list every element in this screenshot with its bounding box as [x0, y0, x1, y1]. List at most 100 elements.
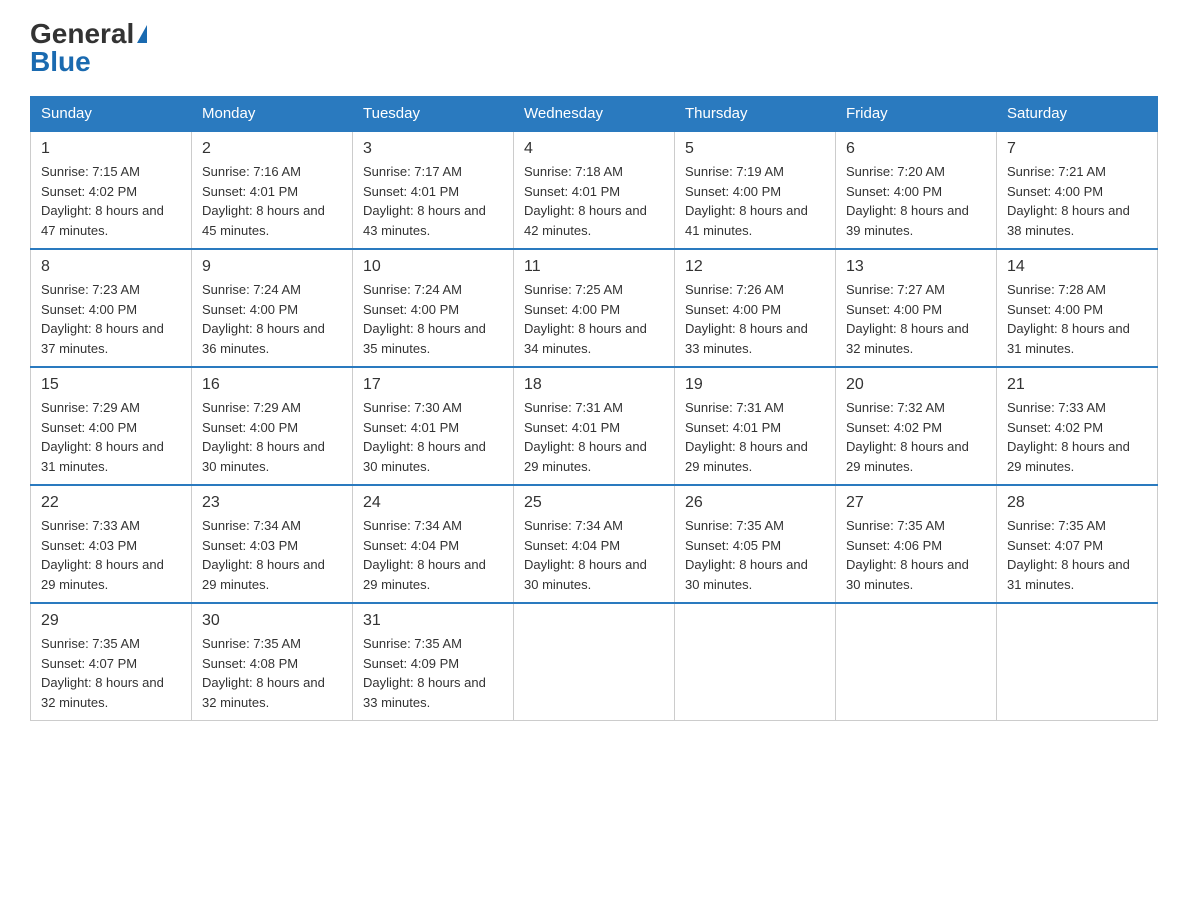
page-header: General Blue: [30, 20, 1158, 76]
day-number: 23: [202, 494, 342, 512]
day-number: 31: [363, 612, 503, 630]
day-info: Sunrise: 7:31 AMSunset: 4:01 PMDaylight:…: [524, 398, 664, 476]
day-number: 16: [202, 376, 342, 394]
week-row-5: 29 Sunrise: 7:35 AMSunset: 4:07 PMDayligh…: [31, 603, 1158, 721]
day-info: Sunrise: 7:17 AMSunset: 4:01 PMDaylight:…: [363, 162, 503, 240]
day-cell: 9Sunrise: 7:24 AMSunset: 4:00 PMDaylight…: [192, 249, 353, 367]
week-row-4: 22 Sunrise: 7:33 AMSunset: 4:03 PMDayligh…: [31, 485, 1158, 603]
day-cell: 8Sunrise: 7:23 AMSunset: 4:00 PMDaylight…: [31, 249, 192, 367]
day-info: Sunrise: 7:27 AMSunset: 4:00 PMDaylight:…: [846, 280, 986, 358]
day-info: Sunrise: 7:32 AMSunset: 4:02 PMDaylight:…: [846, 398, 986, 476]
header-saturday: Saturday: [997, 97, 1158, 132]
day-number: 9: [202, 258, 342, 276]
day-number: 26: [685, 494, 825, 512]
day-info: Sunrise: 7:35 AMSunset: 4:09 PMDaylight:…: [363, 634, 503, 712]
day-info: Sunrise: 7:33 AMSunset: 4:02 PMDaylight:…: [1007, 398, 1147, 476]
day-info: Sunrise: 7:19 AMSunset: 4:00 PMDaylight:…: [685, 162, 825, 240]
day-number: 17: [363, 376, 503, 394]
day-info: Sunrise: 7:15 AMSunset: 4:02 PMDaylight:…: [41, 162, 181, 240]
day-cell: 14 Sunrise: 7:28 AMSunset: 4:00 PMDayligh…: [997, 249, 1158, 367]
day-info: Sunrise: 7:35 AMSunset: 4:07 PMDaylight:…: [1007, 516, 1147, 594]
day-number: 19: [685, 376, 825, 394]
day-info: Sunrise: 7:28 AMSunset: 4:00 PMDaylight:…: [1007, 280, 1147, 358]
day-info: Sunrise: 7:34 AMSunset: 4:04 PMDaylight:…: [524, 516, 664, 594]
day-cell: 11 Sunrise: 7:25 AMSunset: 4:00 PMDayligh…: [514, 249, 675, 367]
header-wednesday: Wednesday: [514, 97, 675, 132]
week-row-1: 1 Sunrise: 7:15 AMSunset: 4:02 PMDaylight…: [31, 131, 1158, 249]
day-number: 1: [41, 140, 181, 158]
day-number: 20: [846, 376, 986, 394]
day-cell: [997, 603, 1158, 721]
day-number: 13: [846, 258, 986, 276]
day-info: Sunrise: 7:23 AMSunset: 4:00 PMDaylight:…: [41, 280, 181, 358]
day-number: 4: [524, 140, 664, 158]
week-row-3: 15 Sunrise: 7:29 AMSunset: 4:00 PMDayligh…: [31, 367, 1158, 485]
day-info: Sunrise: 7:29 AMSunset: 4:00 PMDaylight:…: [41, 398, 181, 476]
day-number: 7: [1007, 140, 1147, 158]
day-number: 28: [1007, 494, 1147, 512]
day-info: Sunrise: 7:24 AMSunset: 4:00 PMDaylight:…: [363, 280, 503, 358]
day-info: Sunrise: 7:25 AMSunset: 4:00 PMDaylight:…: [524, 280, 664, 358]
day-number: 22: [41, 494, 181, 512]
day-info: Sunrise: 7:31 AMSunset: 4:01 PMDaylight:…: [685, 398, 825, 476]
day-info: Sunrise: 7:35 AMSunset: 4:06 PMDaylight:…: [846, 516, 986, 594]
day-cell: 7 Sunrise: 7:21 AMSunset: 4:00 PMDaylight…: [997, 131, 1158, 249]
day-cell: 15 Sunrise: 7:29 AMSunset: 4:00 PMDayligh…: [31, 367, 192, 485]
day-number: 18: [524, 376, 664, 394]
day-number: 21: [1007, 376, 1147, 394]
day-cell: 25 Sunrise: 7:34 AMSunset: 4:04 PMDayligh…: [514, 485, 675, 603]
day-info: Sunrise: 7:35 AMSunset: 4:07 PMDaylight:…: [41, 634, 181, 712]
day-cell: 21 Sunrise: 7:33 AMSunset: 4:02 PMDayligh…: [997, 367, 1158, 485]
day-cell: 26 Sunrise: 7:35 AMSunset: 4:05 PMDayligh…: [675, 485, 836, 603]
day-cell: [836, 603, 997, 721]
day-number: 24: [363, 494, 503, 512]
day-cell: 12 Sunrise: 7:26 AMSunset: 4:00 PMDayligh…: [675, 249, 836, 367]
day-cell: 27 Sunrise: 7:35 AMSunset: 4:06 PMDayligh…: [836, 485, 997, 603]
day-info: Sunrise: 7:35 AMSunset: 4:05 PMDaylight:…: [685, 516, 825, 594]
day-number: 3: [363, 140, 503, 158]
day-cell: 16 Sunrise: 7:29 AMSunset: 4:00 PMDayligh…: [192, 367, 353, 485]
day-cell: 2 Sunrise: 7:16 AMSunset: 4:01 PMDaylight…: [192, 131, 353, 249]
day-number: 27: [846, 494, 986, 512]
day-number: 10: [363, 258, 503, 276]
day-info: Sunrise: 7:26 AMSunset: 4:00 PMDaylight:…: [685, 280, 825, 358]
header-thursday: Thursday: [675, 97, 836, 132]
day-cell: 10 Sunrise: 7:24 AMSunset: 4:00 PMDayligh…: [353, 249, 514, 367]
day-info: Sunrise: 7:18 AMSunset: 4:01 PMDaylight:…: [524, 162, 664, 240]
day-cell: 20 Sunrise: 7:32 AMSunset: 4:02 PMDayligh…: [836, 367, 997, 485]
day-cell: [514, 603, 675, 721]
day-number: 2: [202, 140, 342, 158]
header-friday: Friday: [836, 97, 997, 132]
header-monday: Monday: [192, 97, 353, 132]
day-info: Sunrise: 7:34 AMSunset: 4:03 PMDaylight:…: [202, 516, 342, 594]
day-number: 11: [524, 258, 664, 276]
day-info: Sunrise: 7:20 AMSunset: 4:00 PMDaylight:…: [846, 162, 986, 240]
day-cell: 13 Sunrise: 7:27 AMSunset: 4:00 PMDayligh…: [836, 249, 997, 367]
day-info: Sunrise: 7:35 AMSunset: 4:08 PMDaylight:…: [202, 634, 342, 712]
day-info: Sunrise: 7:21 AMSunset: 4:00 PMDaylight:…: [1007, 162, 1147, 240]
day-number: 29: [41, 612, 181, 630]
day-cell: 18 Sunrise: 7:31 AMSunset: 4:01 PMDayligh…: [514, 367, 675, 485]
day-info: Sunrise: 7:33 AMSunset: 4:03 PMDaylight:…: [41, 516, 181, 594]
day-cell: 24Sunrise: 7:34 AMSunset: 4:04 PMDayligh…: [353, 485, 514, 603]
day-cell: 28 Sunrise: 7:35 AMSunset: 4:07 PMDayligh…: [997, 485, 1158, 603]
day-cell: 5Sunrise: 7:19 AMSunset: 4:00 PMDaylight…: [675, 131, 836, 249]
day-info: Sunrise: 7:16 AMSunset: 4:01 PMDaylight:…: [202, 162, 342, 240]
logo: General Blue: [30, 20, 147, 76]
day-number: 25: [524, 494, 664, 512]
logo-blue-text: Blue: [30, 46, 91, 77]
calendar-table: SundayMondayTuesdayWednesdayThursdayFrid…: [30, 96, 1158, 721]
day-info: Sunrise: 7:30 AMSunset: 4:01 PMDaylight:…: [363, 398, 503, 476]
day-cell: [675, 603, 836, 721]
day-info: Sunrise: 7:29 AMSunset: 4:00 PMDaylight:…: [202, 398, 342, 476]
day-number: 12: [685, 258, 825, 276]
day-number: 14: [1007, 258, 1147, 276]
day-number: 15: [41, 376, 181, 394]
day-number: 30: [202, 612, 342, 630]
day-cell: 6 Sunrise: 7:20 AMSunset: 4:00 PMDaylight…: [836, 131, 997, 249]
day-number: 6: [846, 140, 986, 158]
week-row-2: 8Sunrise: 7:23 AMSunset: 4:00 PMDaylight…: [31, 249, 1158, 367]
logo-triangle-icon: [137, 25, 147, 43]
day-cell: 3 Sunrise: 7:17 AMSunset: 4:01 PMDaylight…: [353, 131, 514, 249]
day-cell: 22 Sunrise: 7:33 AMSunset: 4:03 PMDayligh…: [31, 485, 192, 603]
